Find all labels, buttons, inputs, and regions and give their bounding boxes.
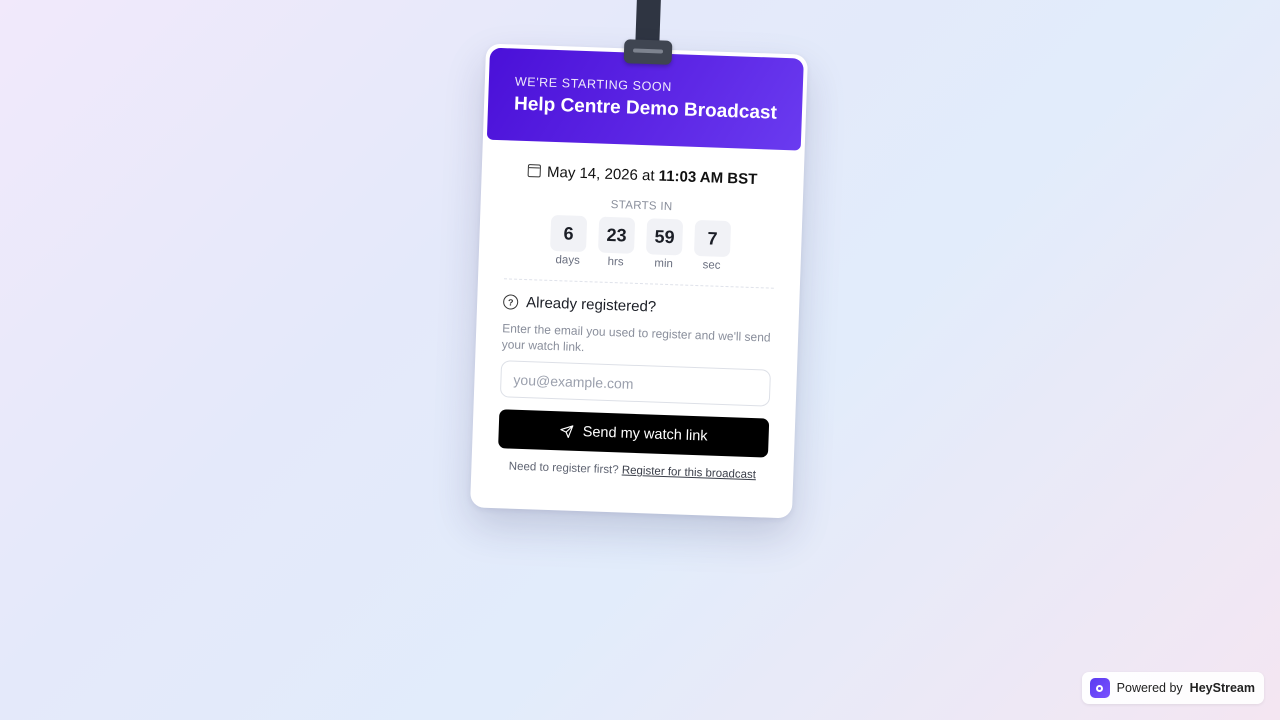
registration-badge-card: WE'RE STARTING SOON Help Centre Demo Bro… [470, 43, 808, 519]
register-prompt: Need to register first? Register for thi… [497, 461, 767, 482]
countdown-hours: 23 hrs [597, 216, 636, 269]
countdown-label: STARTS IN [610, 198, 673, 214]
countdown-minutes: 59 min [645, 218, 684, 271]
countdown-days: 6 days [549, 214, 588, 267]
already-registered-text: Already registered? [525, 294, 657, 316]
calendar-icon [527, 164, 542, 178]
already-registered-heading: ? Already registered? [502, 293, 773, 319]
register-prompt-text: Need to register first? [508, 460, 619, 477]
countdown-seconds-value: 7 [693, 219, 732, 258]
countdown-seconds: 7 sec [693, 219, 732, 272]
email-field[interactable] [499, 360, 771, 408]
countdown-hours-label: hrs [607, 255, 624, 269]
datetime-connector: at [641, 167, 655, 185]
send-watch-link-button[interactable]: Send my watch link [498, 409, 770, 458]
countdown-hours-value: 23 [597, 216, 636, 254]
countdown-seconds-label: sec [702, 259, 721, 272]
countdown-minutes-value: 59 [645, 218, 684, 256]
badge-body: May 14, 2026 at 11:03 AM BST STARTS IN 6… [471, 161, 804, 482]
section-divider [503, 278, 774, 289]
broadcast-date: May 14, 2026 [546, 163, 639, 184]
register-broadcast-link[interactable]: Register for this broadcast [622, 465, 757, 482]
countdown-minutes-label: min [654, 257, 674, 271]
send-icon [560, 425, 574, 438]
heystream-logo-icon [1089, 678, 1110, 698]
powered-by-brand: HeyStream [1189, 681, 1255, 695]
powered-by-prefix: Powered by [1116, 681, 1183, 695]
countdown-days-label: days [555, 254, 581, 267]
badge-clip [623, 39, 673, 65]
countdown-timer: 6 days 23 hrs 59 min 7 sec [505, 213, 777, 273]
send-watch-link-label: Send my watch link [582, 424, 708, 445]
already-registered-description: Enter the email you used to register and… [501, 321, 771, 355]
countdown-days-value: 6 [549, 214, 588, 253]
broadcast-title: Help Centre Demo Broadcast [513, 93, 778, 124]
clip-slot [632, 48, 664, 54]
powered-by-badge[interactable]: Powered by HeyStream [1081, 672, 1264, 704]
question-icon: ? [502, 294, 519, 310]
broadcast-time: 11:03 AM BST [658, 167, 758, 189]
broadcast-datetime: May 14, 2026 at 11:03 AM BST [507, 162, 777, 188]
